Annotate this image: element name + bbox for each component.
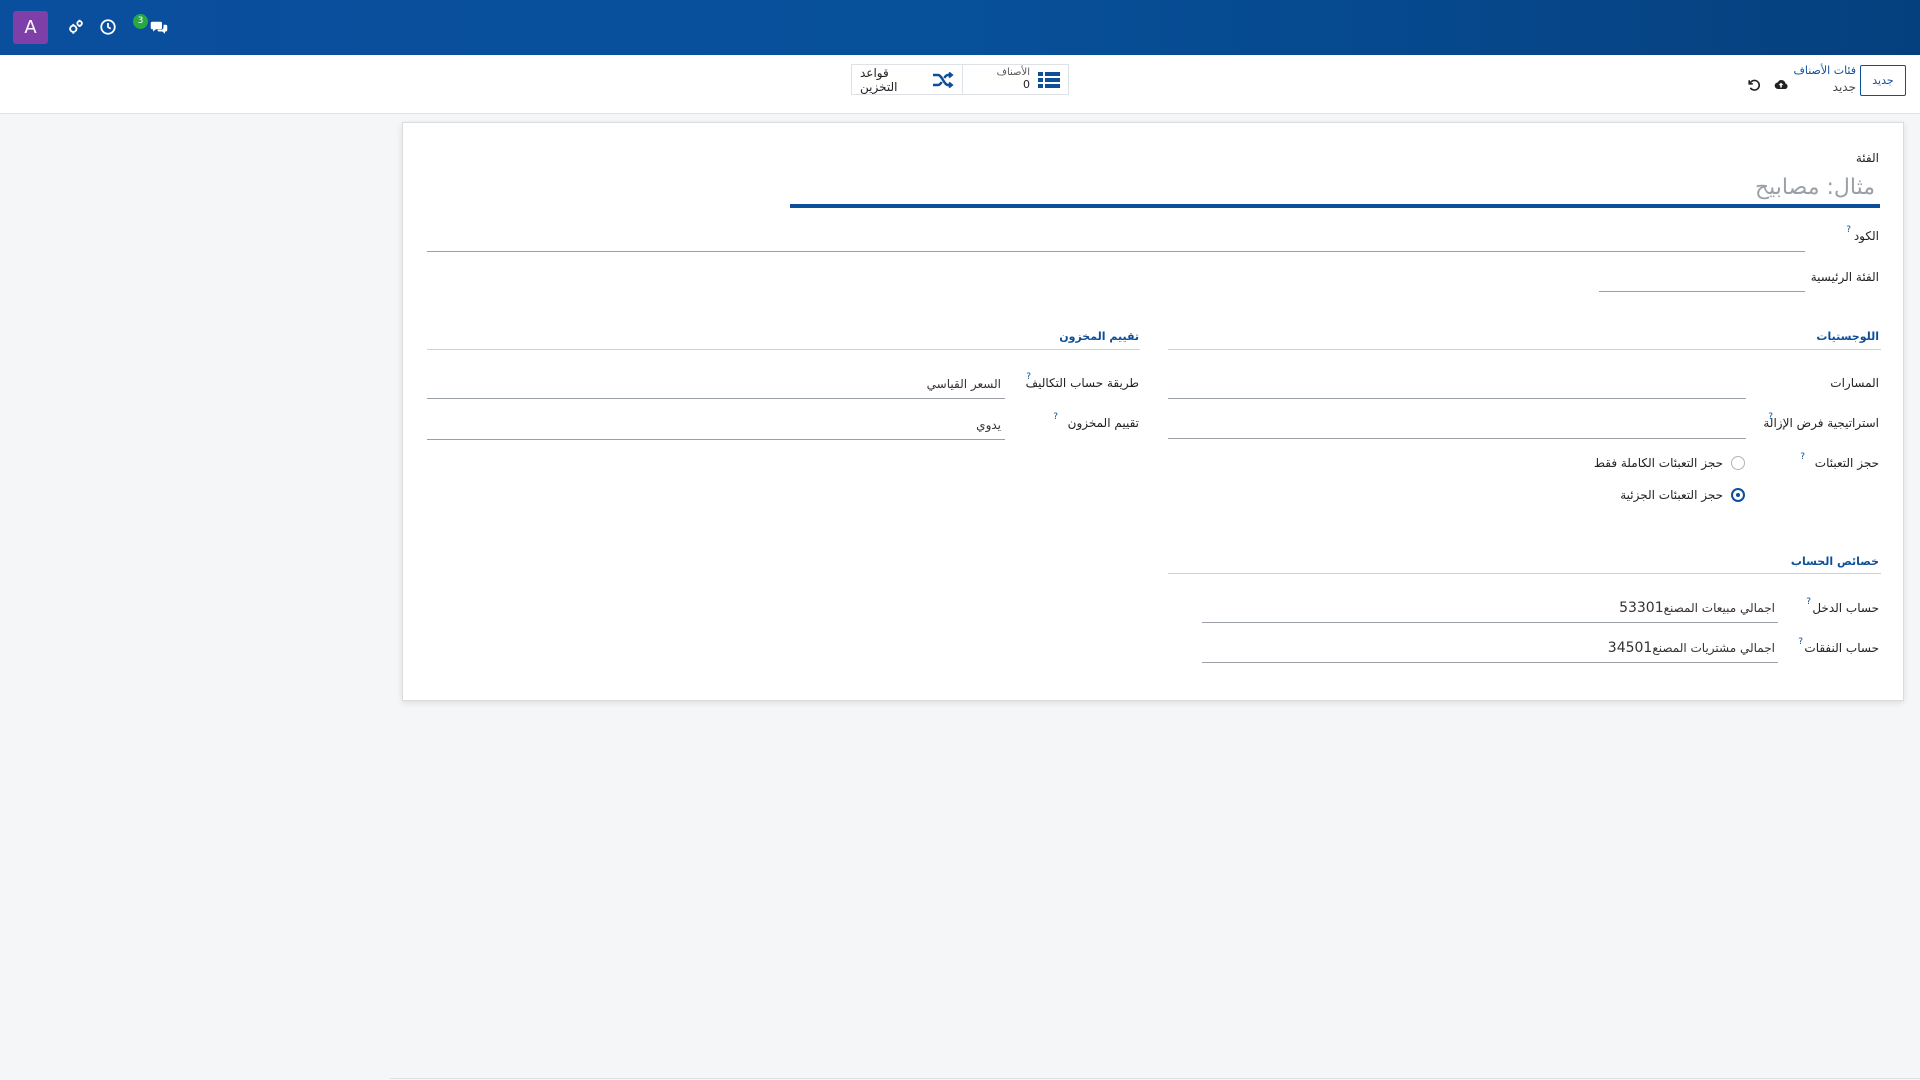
account-properties-section-title: خصائص الحساب [1790,555,1879,568]
products-count-value: 0 [1023,77,1030,91]
routes-input[interactable] [1168,398,1746,399]
form-sheet: الفئة مثال: مصابيح الكود ? الفئة الرئيسي… [402,122,1904,701]
category-input-underline [790,204,1880,208]
income-account-label: حساب الدخل [1812,601,1879,615]
inventory-valuation-label: تقييم المخزون [1067,416,1139,430]
chat-icon[interactable] [146,16,172,38]
putaway-rules-smart-button[interactable]: قواعد التخزين [852,65,962,94]
chat-count-badge: 3 [133,14,148,29]
category-label: الفئة [1855,151,1879,165]
top-navbar: A 3 [0,0,1920,55]
expense-account-select[interactable] [1202,662,1778,663]
new-button[interactable]: جديد [1860,65,1906,96]
routes-label: المسارات [1830,376,1879,390]
products-smart-button[interactable]: الأصناف 0 [962,65,1068,94]
smart-buttons: الأصناف 0 قواعد التخزين [851,64,1069,95]
costing-method-value[interactable]: السعر القياسي [927,377,1001,391]
clock-icon[interactable] [97,16,119,38]
removal-strategy-input[interactable] [1168,438,1746,439]
breadcrumb-current: جديد [1832,80,1856,94]
bottom-divider [390,1078,1920,1079]
packaging-reservation-help-icon[interactable]: ? [1800,452,1805,462]
inventory-valuation-value[interactable]: يدوي [976,418,1001,432]
discard-undo-icon[interactable] [1745,76,1763,94]
costing-method-help-icon[interactable]: ? [1026,372,1031,382]
income-account-code: 53301 [1619,600,1664,616]
radio-full-packaging[interactable] [1731,456,1745,470]
costing-method-select[interactable] [427,398,1005,399]
income-account-select[interactable] [1202,622,1778,623]
parent-category-input[interactable] [1599,291,1805,292]
radio-partial-packaging[interactable] [1731,488,1745,502]
inventory-valuation-help-icon[interactable]: ? [1053,412,1058,422]
control-panel: جديد فئات الأصناف جديد الأصناف 0 قواعد ا… [0,55,1920,114]
removal-strategy-help-icon[interactable]: ? [1768,412,1773,422]
category-name-input[interactable]: مثال: مصابيح [1755,175,1875,200]
packaging-reservation-label: حجز التعبئات [1814,456,1879,470]
account-properties-divider [1168,573,1881,574]
expense-account-code: 34501 [1607,640,1653,656]
valuation-divider [427,349,1140,350]
code-input[interactable] [427,251,1805,252]
code-help-icon[interactable]: ? [1846,225,1851,235]
income-account-help-icon[interactable]: ? [1806,597,1811,607]
logistics-divider [1168,349,1881,350]
putaway-rules-label: قواعد التخزين [860,65,898,94]
gears-icon[interactable] [65,16,87,38]
shuffle-icon [932,71,954,89]
inventory-valuation-select[interactable] [427,439,1005,440]
expense-account-value[interactable]: 34501اجمالي مشتريات المصنع [1608,640,1775,656]
logistics-section-title: اللوجستيات [1816,330,1879,343]
income-account-name: اجمالي مبيعات المصنع [1663,601,1775,615]
list-icon [1038,71,1060,89]
option-full-packaging-label[interactable]: حجز التعبئات الكاملة فقط [1594,456,1723,470]
costing-method-label: طريقة حساب التكاليف [1025,376,1139,390]
expense-account-help-icon[interactable]: ? [1798,637,1803,647]
parent-category-label: الفئة الرئيسية [1810,270,1879,284]
income-account-value[interactable]: 53301اجمالي مبيعات المصنع [1619,600,1775,616]
user-avatar[interactable]: A [13,11,48,44]
expense-account-name: اجمالي مشتريات المصنع [1652,641,1775,655]
save-cloud-icon[interactable] [1772,76,1790,94]
code-label: الكود [1853,229,1879,243]
option-partial-packaging-label[interactable]: حجز التعبئات الجزئية [1620,488,1723,502]
removal-strategy-label: استراتيجية فرض الإزالة [1763,416,1879,430]
expense-account-label: حساب النفقات [1804,641,1879,655]
breadcrumb-parent-link[interactable]: فئات الأصناف [1793,64,1856,77]
valuation-section-title: تقييم المخزون [1059,330,1139,343]
